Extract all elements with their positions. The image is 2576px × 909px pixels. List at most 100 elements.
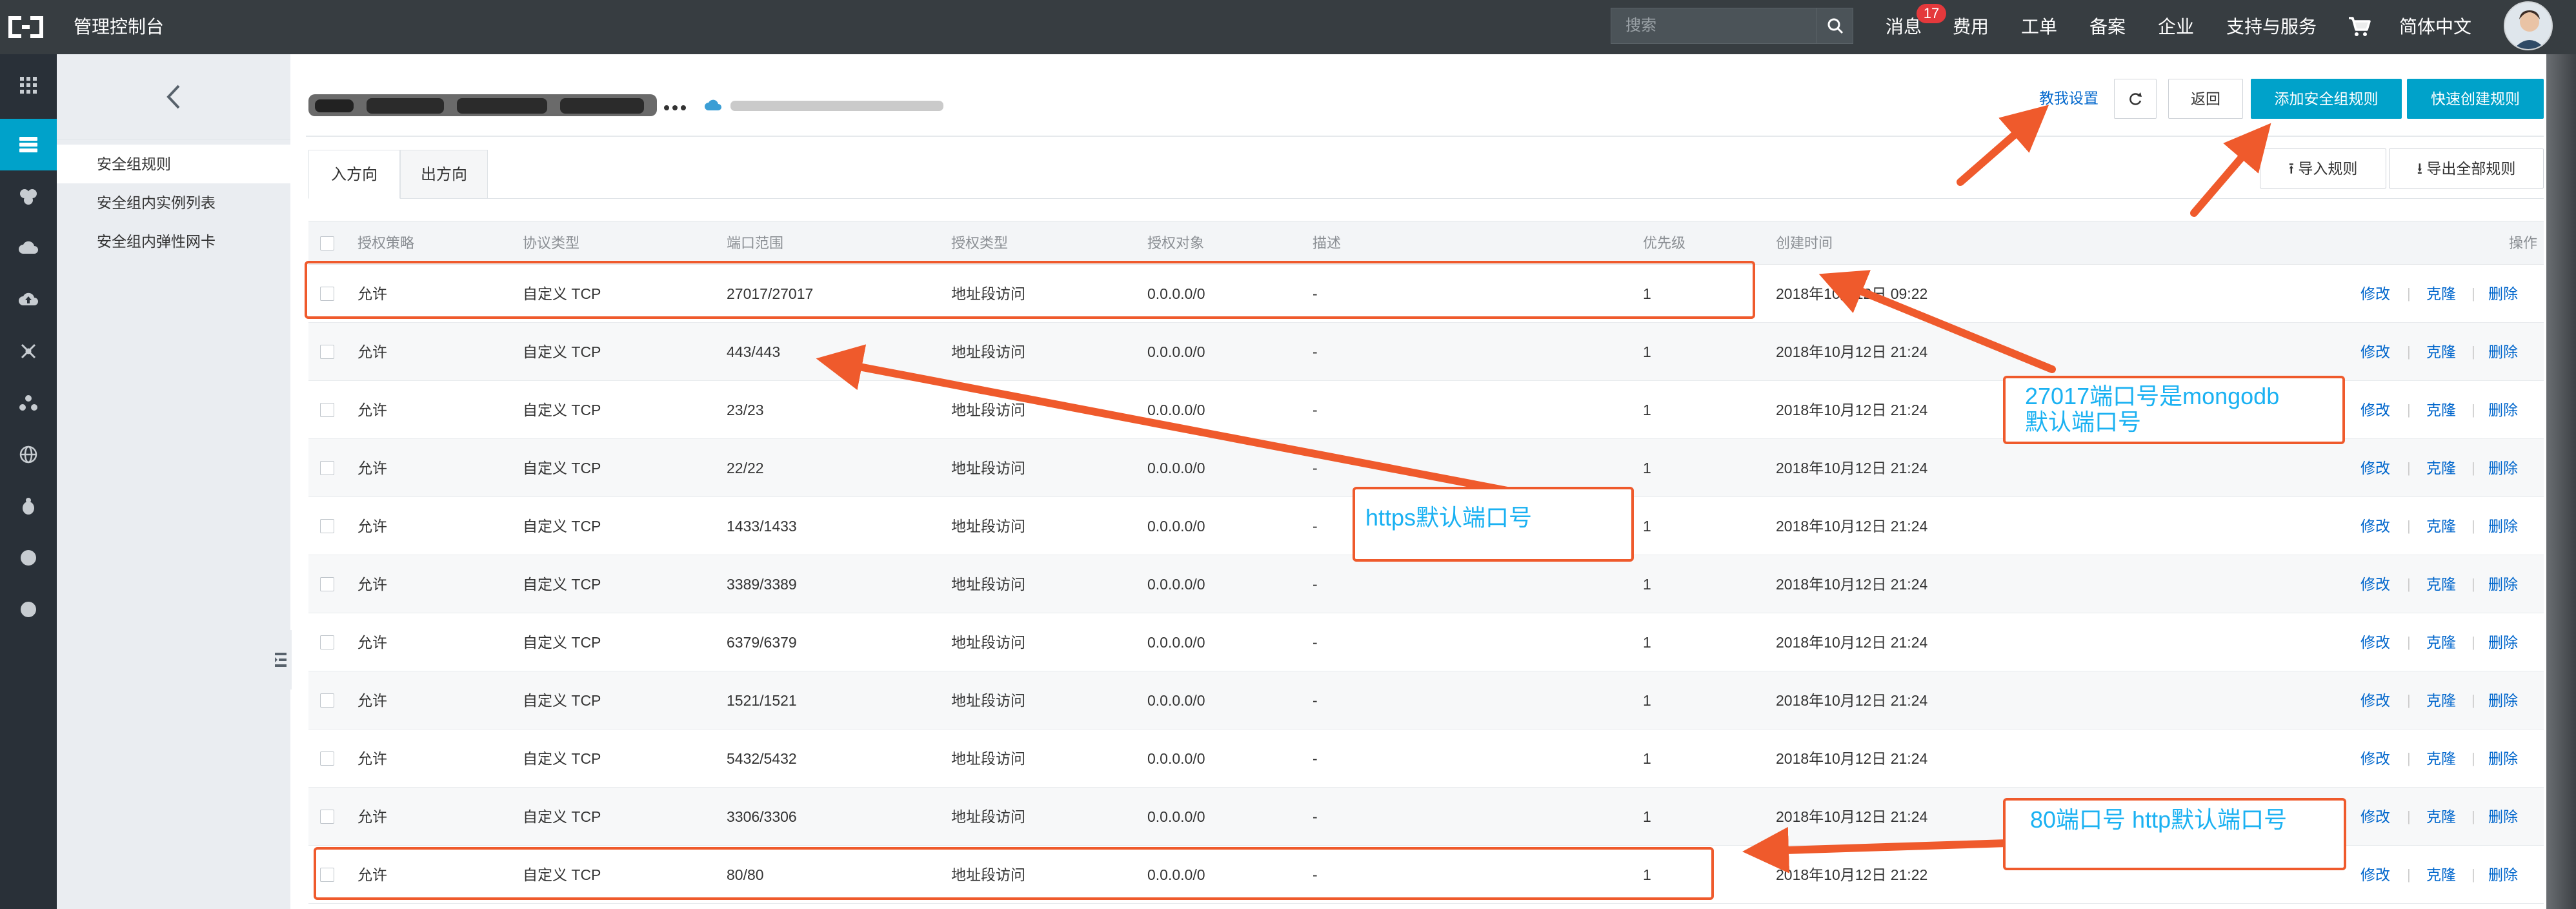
- bug-icon[interactable]: [0, 480, 57, 532]
- cluster-icon[interactable]: [0, 377, 57, 429]
- import-rules-button[interactable]: ⭱ 导入规则: [2260, 148, 2386, 189]
- delete-rule-link[interactable]: 删除: [2488, 323, 2518, 381]
- product-dot-icon[interactable]: [0, 532, 57, 584]
- clone-rule-link[interactable]: 克隆: [2426, 788, 2456, 846]
- cell-target: 0.0.0.0/0: [1147, 576, 1205, 593]
- delete-rule-link[interactable]: 删除: [2488, 555, 2518, 613]
- help-setup-link[interactable]: 教我设置: [2039, 88, 2098, 108]
- language-switch[interactable]: 简体中文: [2399, 0, 2471, 54]
- back-button[interactable]: [57, 54, 290, 139]
- console-title[interactable]: 管理控制台: [74, 0, 164, 54]
- user-avatar[interactable]: [2504, 1, 2553, 50]
- nav-support[interactable]: 支持与服务: [2226, 0, 2317, 54]
- nav-messages[interactable]: 消息: [1886, 0, 1922, 54]
- storage-icon[interactable]: [0, 170, 57, 222]
- ecs-server-icon[interactable]: [0, 119, 57, 170]
- clone-rule-link[interactable]: 克隆: [2426, 555, 2456, 613]
- action-separator: |: [2407, 518, 2411, 534]
- row-checkbox[interactable]: [320, 345, 334, 359]
- clone-rule-link[interactable]: 克隆: [2426, 730, 2456, 788]
- cell-priority: 1: [1643, 808, 1651, 825]
- clone-rule-link[interactable]: 克隆: [2426, 671, 2456, 730]
- row-checkbox[interactable]: [320, 577, 334, 591]
- quick-create-rule-button[interactable]: 快速创建规则: [2407, 79, 2544, 119]
- edit-rule-link[interactable]: 修改: [2360, 323, 2390, 381]
- nav-billing[interactable]: 费用: [1953, 0, 1989, 54]
- network-cross-icon[interactable]: [0, 325, 57, 377]
- sidebar-item-instances[interactable]: 安全组内实例列表: [57, 183, 290, 222]
- cell-target: 0.0.0.0/0: [1147, 634, 1205, 651]
- cell-created: 2018年10月12日 21:24: [1776, 750, 1928, 767]
- product-dot-icon-2[interactable]: [0, 584, 57, 635]
- delete-rule-link[interactable]: 删除: [2488, 265, 2518, 323]
- nav-icp-filing[interactable]: 备案: [2089, 0, 2126, 54]
- edit-rule-link[interactable]: 修改: [2360, 730, 2390, 788]
- globe-icon[interactable]: [0, 429, 57, 480]
- edit-rule-link[interactable]: 修改: [2360, 439, 2390, 497]
- cart-icon[interactable]: [2346, 13, 2372, 39]
- nav-enterprise[interactable]: 企业: [2158, 0, 2194, 54]
- cell-created: 2018年10月12日 21:22: [1776, 866, 1928, 883]
- action-separator: |: [2471, 402, 2475, 418]
- cell-auth-type: 地址段访问: [951, 808, 1025, 825]
- refresh-button[interactable]: [2114, 79, 2157, 119]
- table-row: 允许 自定义 TCP 1521/1521 地址段访问 0.0.0.0/0 - 1 2018年1…: [308, 671, 2544, 730]
- row-checkbox[interactable]: [320, 403, 334, 417]
- clone-rule-link[interactable]: 克隆: [2426, 265, 2456, 323]
- edit-rule-link[interactable]: 修改: [2360, 497, 2390, 555]
- delete-rule-link[interactable]: 删除: [2488, 846, 2518, 904]
- cell-policy: 允许: [357, 460, 387, 476]
- cell-target: 0.0.0.0/0: [1147, 808, 1205, 825]
- edit-rule-link[interactable]: 修改: [2360, 846, 2390, 904]
- search-input[interactable]: [1611, 8, 1816, 43]
- export-rules-label: 导出全部规则: [2426, 160, 2516, 177]
- add-security-group-rule-button[interactable]: 添加安全组规则: [2251, 79, 2402, 119]
- cell-priority: 1: [1643, 518, 1651, 535]
- clone-rule-link[interactable]: 克隆: [2426, 323, 2456, 381]
- action-separator: |: [2407, 460, 2411, 476]
- delete-rule-link[interactable]: 删除: [2488, 613, 2518, 671]
- edit-rule-link[interactable]: 修改: [2360, 265, 2390, 323]
- clone-rule-link[interactable]: 克隆: [2426, 846, 2456, 904]
- delete-rule-link[interactable]: 删除: [2488, 497, 2518, 555]
- sidebar-item-eni[interactable]: 安全组内弹性网卡: [57, 222, 290, 261]
- delete-rule-link[interactable]: 删除: [2488, 671, 2518, 730]
- table-row: 允许 自定义 TCP 3389/3389 地址段访问 0.0.0.0/0 - 1 2018年1…: [308, 555, 2544, 613]
- nav-tickets[interactable]: 工单: [2021, 0, 2057, 54]
- tab-outbound[interactable]: 出方向: [400, 150, 488, 199]
- sidebar-item-rules[interactable]: 安全组规则: [57, 145, 290, 183]
- row-checkbox[interactable]: [320, 519, 334, 533]
- export-all-rules-button[interactable]: ⭳ 导出全部规则: [2389, 148, 2544, 189]
- clone-rule-link[interactable]: 克隆: [2426, 613, 2456, 671]
- back-to-list-button[interactable]: 返回: [2168, 79, 2243, 119]
- cell-desc: -: [1313, 808, 1318, 825]
- edit-rule-link[interactable]: 修改: [2360, 613, 2390, 671]
- select-all-checkbox[interactable]: [320, 236, 334, 250]
- delete-rule-link[interactable]: 删除: [2488, 381, 2518, 439]
- all-products-icon[interactable]: [0, 59, 57, 111]
- edit-rule-link[interactable]: 修改: [2360, 555, 2390, 613]
- row-checkbox[interactable]: [320, 461, 334, 475]
- delete-rule-link[interactable]: 删除: [2488, 439, 2518, 497]
- row-checkbox[interactable]: [320, 693, 334, 708]
- row-checkbox[interactable]: [320, 635, 334, 649]
- row-checkbox[interactable]: [320, 751, 334, 766]
- edit-rule-link[interactable]: 修改: [2360, 671, 2390, 730]
- sidebar-collapse-toggle[interactable]: [271, 630, 292, 689]
- tab-inbound[interactable]: 入方向: [308, 150, 400, 199]
- cloud-database-icon[interactable]: [0, 222, 57, 274]
- clone-rule-link[interactable]: 克隆: [2426, 439, 2456, 497]
- cloud-tag-icon[interactable]: [703, 96, 723, 115]
- cell-target: 0.0.0.0/0: [1147, 750, 1205, 767]
- clone-rule-link[interactable]: 克隆: [2426, 497, 2456, 555]
- clone-rule-link[interactable]: 克隆: [2426, 381, 2456, 439]
- cell-desc: -: [1313, 750, 1318, 767]
- aliyun-logo-icon[interactable]: [8, 12, 44, 43]
- edit-rule-link[interactable]: 修改: [2360, 381, 2390, 439]
- delete-rule-link[interactable]: 删除: [2488, 788, 2518, 846]
- delete-rule-link[interactable]: 删除: [2488, 730, 2518, 788]
- row-checkbox[interactable]: [320, 810, 334, 824]
- cloud-upload-icon[interactable]: [0, 274, 57, 325]
- edit-rule-link[interactable]: 修改: [2360, 788, 2390, 846]
- search-button[interactable]: [1816, 8, 1853, 43]
